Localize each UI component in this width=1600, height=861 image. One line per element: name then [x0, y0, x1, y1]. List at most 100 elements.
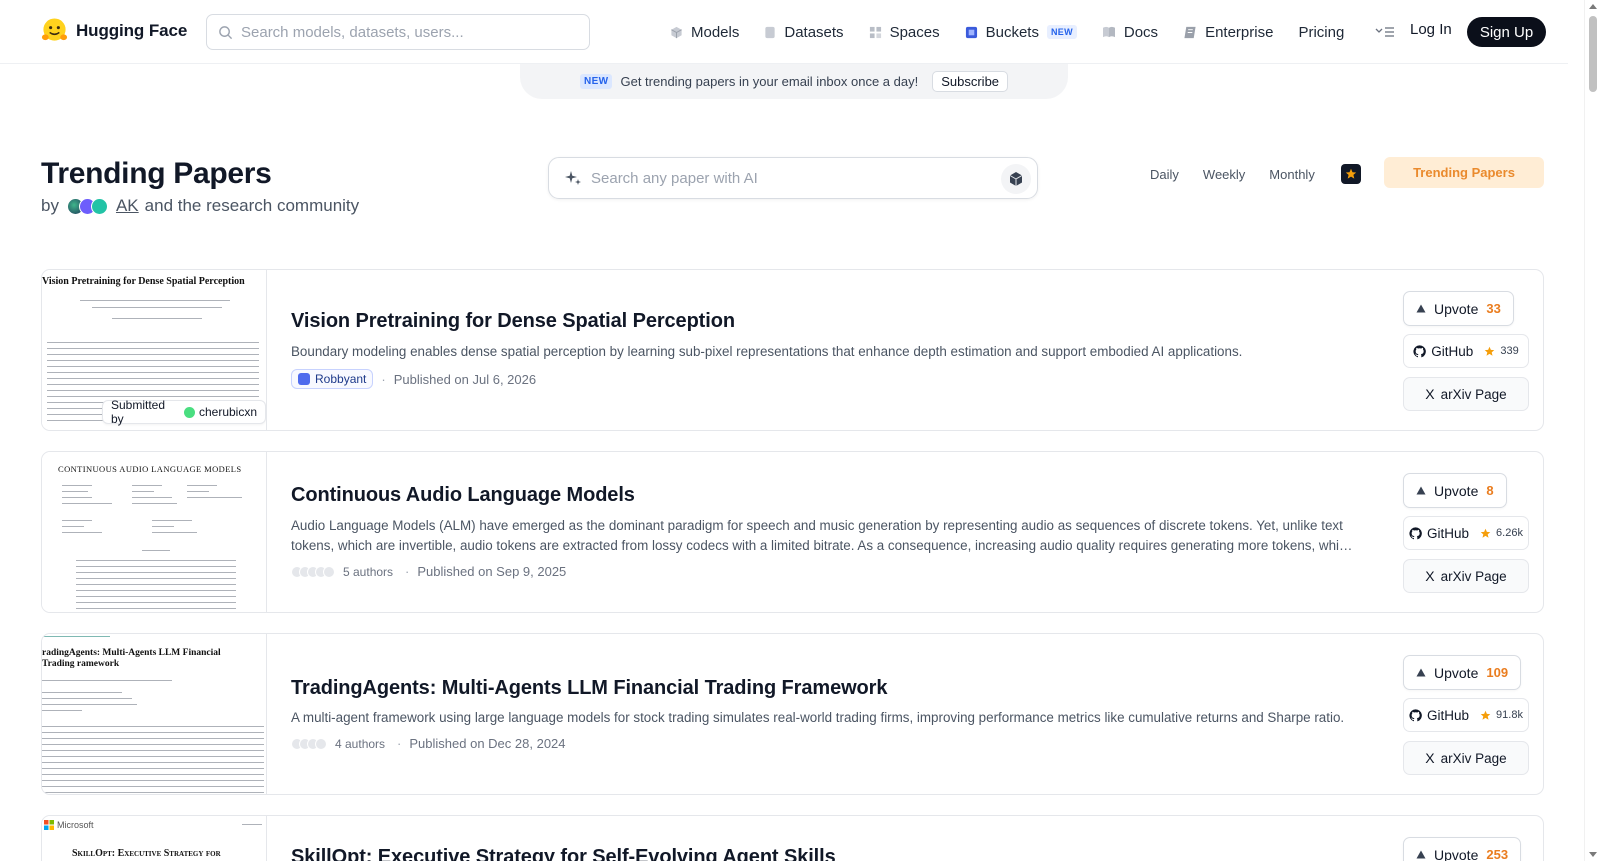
global-search-input[interactable] — [241, 23, 571, 41]
arxiv-x-icon: X — [1425, 750, 1435, 766]
upvote-arrow-icon — [1416, 850, 1426, 859]
arxiv-button[interactable]: X arXiv Page — [1403, 559, 1529, 593]
page-scrollbar[interactable] — [1584, 0, 1600, 861]
upvote-button[interactable]: Upvote 109 — [1403, 655, 1522, 690]
paper-thumbnail[interactable]: Microsoft SkillOpt: Executive Strategy f… — [42, 816, 267, 861]
github-icon — [1409, 526, 1422, 539]
login-link[interactable]: Log In — [1410, 21, 1452, 38]
trending-papers-button[interactable]: Trending Papers — [1384, 157, 1544, 188]
upvote-button[interactable]: Upvote 253 — [1403, 837, 1522, 861]
ai-search-button[interactable] — [1001, 164, 1031, 194]
github-button[interactable]: GitHub 6.26k — [1403, 516, 1529, 550]
github-label: GitHub — [1427, 707, 1470, 723]
github-button[interactable]: GitHub 91.8k — [1403, 698, 1529, 732]
cube-icon — [671, 26, 682, 38]
arxiv-x-icon: X — [1425, 568, 1435, 584]
submitted-by-chip[interactable]: Submitted by cherubicxn — [102, 398, 266, 426]
submitted-by-label: Submitted by — [111, 398, 166, 426]
upvote-button[interactable]: Upvote 33 — [1403, 291, 1514, 326]
tab-monthly[interactable]: Monthly — [1269, 167, 1315, 182]
ai-paper-search[interactable] — [548, 157, 1038, 199]
nav-datasets[interactable]: Datasets — [764, 24, 844, 41]
paper-summary: A multi-agent framework using large lang… — [291, 710, 1345, 725]
arxiv-button[interactable]: X arXiv Page — [1403, 741, 1529, 775]
github-stars: 91.8k — [1496, 709, 1523, 721]
upvote-label: Upvote — [1434, 482, 1479, 499]
submitter-avatar — [184, 406, 195, 418]
upvote-button[interactable]: Upvote 8 — [1403, 473, 1507, 508]
upvote-count: 109 — [1486, 665, 1509, 680]
search-icon — [219, 25, 233, 39]
github-icon — [1409, 708, 1422, 721]
paper-meta: 5 authors · Published on Sep 9, 2025 — [291, 564, 566, 579]
scroll-down-arrow-icon[interactable] — [1589, 852, 1597, 857]
menu-icon — [1375, 27, 1395, 37]
star-icon — [1480, 528, 1491, 538]
microsoft-logo: Microsoft — [44, 820, 94, 830]
nav-spaces-label: Spaces — [889, 23, 940, 41]
meta-separator: · — [405, 564, 410, 579]
scrollbar-thumb[interactable] — [1589, 16, 1597, 92]
tab-weekly[interactable]: Weekly — [1203, 167, 1245, 182]
book-icon — [1102, 26, 1115, 38]
global-search[interactable] — [206, 14, 590, 50]
brand-logo[interactable]: Hugging Face — [41, 17, 187, 44]
paper-thumbnail[interactable]: Vision Pretraining for Dense Spatial Per… — [42, 270, 267, 430]
paper-title[interactable]: SkillOpt: Executive Strategy for Self-Ev… — [291, 846, 836, 861]
arxiv-button[interactable]: X arXiv Page — [1403, 377, 1529, 411]
signup-button[interactable]: Sign Up — [1467, 17, 1546, 47]
organization-chip[interactable]: Robbyant — [291, 369, 374, 389]
author-count[interactable]: 5 authors — [343, 565, 393, 579]
paper-meta: Robbyant · Published on Jul 6, 2026 — [291, 369, 536, 389]
github-icon — [1413, 344, 1427, 357]
nav-links: Models Datasets Spaces Buckets NEW Docs … — [670, 0, 1425, 64]
nav-models-label: Models — [691, 23, 740, 41]
paper-title[interactable]: Vision Pretraining for Dense Spatial Per… — [291, 310, 735, 333]
organization-name: Robbyant — [315, 372, 367, 386]
scroll-up-arrow-icon[interactable] — [1589, 4, 1597, 9]
ai-search-input[interactable] — [591, 169, 991, 187]
sparkle-icon — [565, 171, 581, 185]
submitter-name: cherubicxn — [198, 405, 257, 419]
github-button[interactable]: GitHub 339 — [1403, 334, 1529, 368]
database-icon — [765, 26, 776, 38]
nav-docs[interactable]: Docs — [1102, 24, 1158, 41]
period-tabs: Daily Weekly Monthly — [1150, 164, 1361, 184]
nav-enterprise-label: Enterprise — [1205, 23, 1274, 41]
paper-title[interactable]: Continuous Audio Language Models — [291, 484, 635, 507]
upvote-arrow-icon — [1416, 668, 1426, 677]
nav-enterprise[interactable]: Enterprise — [1183, 24, 1273, 41]
thumbnail-title: Vision Pretraining for Dense Spatial Per… — [42, 276, 245, 287]
thumbnail-title: SkillOpt: Executive Strategy for — [72, 848, 221, 859]
nav-pricing[interactable]: Pricing — [1298, 24, 1344, 41]
published-date: Published on Jul 6, 2026 — [393, 371, 537, 387]
star-icon — [1480, 710, 1491, 720]
paper-thumbnail[interactable]: Continuous Audio Language Models — [42, 452, 267, 612]
avatar — [90, 197, 108, 215]
byline-community: and the research community — [144, 196, 360, 215]
nav-more-menu[interactable] — [1375, 26, 1395, 38]
published-date: Published on Sep 9, 2025 — [417, 564, 567, 579]
paper-thumbnail[interactable]: radingAgents: Multi-Agents LLM Financial… — [42, 634, 267, 794]
paper-card: Vision Pretraining for Dense Spatial Per… — [41, 269, 1544, 431]
github-label: GitHub — [1427, 525, 1470, 541]
nav-docs-label: Docs — [1123, 23, 1159, 41]
upvote-label: Upvote — [1434, 300, 1479, 317]
subscribe-button[interactable]: Subscribe — [932, 71, 1009, 92]
nav-models[interactable]: Models — [670, 24, 739, 41]
banner-message: Get trending papers in your email inbox … — [620, 74, 919, 89]
nav-spaces[interactable]: Spaces — [869, 24, 940, 41]
paper-title[interactable]: TradingAgents: Multi-Agents LLM Financia… — [291, 677, 887, 700]
thumbnail-title: radingAgents: Multi-Agents LLM Financial… — [42, 648, 221, 669]
paper-meta: 4 authors · Published on Dec 28, 2024 — [291, 736, 566, 751]
author-link[interactable]: AK — [116, 196, 139, 216]
bucket-icon — [965, 26, 977, 38]
arxiv-label: arXiv Page — [1440, 386, 1507, 402]
nav-buckets[interactable]: Buckets NEW — [965, 24, 1077, 41]
author-count[interactable]: 4 authors — [335, 737, 385, 751]
trending-star-button[interactable] — [1340, 164, 1361, 184]
nav-buckets-label: Buckets — [985, 23, 1039, 41]
published-date: Published on Dec 28, 2024 — [409, 736, 566, 751]
upvote-label: Upvote — [1434, 664, 1479, 681]
tab-daily[interactable]: Daily — [1150, 167, 1179, 182]
